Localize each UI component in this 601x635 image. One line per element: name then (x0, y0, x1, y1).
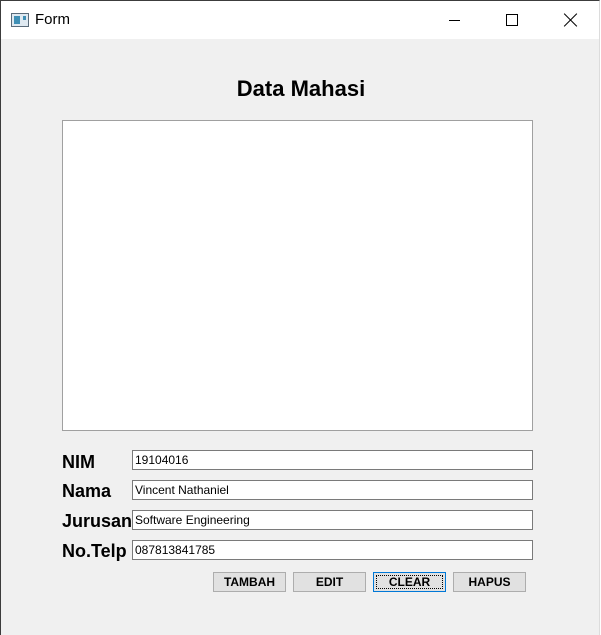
data-listbox[interactable] (62, 120, 533, 431)
close-button[interactable] (542, 1, 600, 39)
minimize-button[interactable] (425, 1, 483, 39)
minimize-icon (448, 19, 460, 21)
page-title: Data Mahasi (236, 76, 366, 101)
maximize-icon (506, 14, 518, 26)
clear-button[interactable]: CLEAR (373, 572, 446, 592)
nama-input[interactable] (132, 480, 533, 500)
window-form-icon (11, 13, 29, 27)
telp-label: No.Telp (62, 541, 127, 561)
telp-input[interactable] (132, 540, 533, 560)
nim-label: NIM (62, 452, 95, 472)
jurusan-input[interactable] (132, 510, 533, 530)
tambah-button[interactable]: TAMBAH (213, 572, 286, 592)
form-window: Form Data Mahasi NIM Nama Jurusan No.Tel… (0, 0, 600, 635)
maximize-button[interactable] (483, 1, 541, 39)
hapus-button[interactable]: HAPUS (453, 572, 526, 592)
jurusan-label: Jurusan (62, 511, 133, 531)
window-title: Form (35, 11, 70, 28)
title-bar[interactable]: Form (1, 1, 599, 39)
nama-label: Nama (62, 481, 112, 501)
nim-input[interactable] (132, 450, 533, 470)
edit-button[interactable]: EDIT (293, 572, 366, 592)
close-icon (564, 13, 578, 27)
